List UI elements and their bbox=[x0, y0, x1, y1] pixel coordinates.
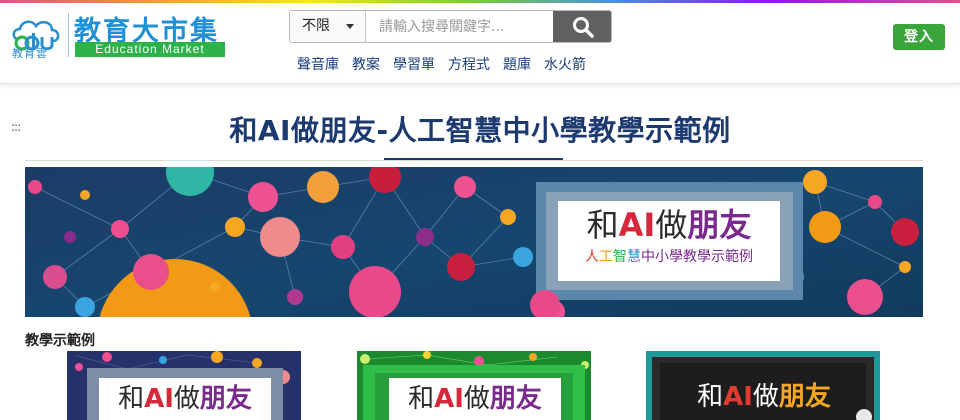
subtitle-rest: 中小學教學示範例 bbox=[641, 249, 753, 265]
subtitle-char-1: 人 bbox=[585, 249, 599, 265]
example-card-1[interactable]: 和AI做朋友 bbox=[67, 351, 301, 420]
chevron-down-icon bbox=[346, 24, 354, 29]
card-2-zuo: 做 bbox=[463, 384, 490, 414]
subtitle-char-4: 慧 bbox=[627, 249, 641, 265]
search-scope-select[interactable]: 不限 bbox=[290, 11, 366, 42]
card-1-he: 和 bbox=[118, 384, 145, 414]
login-button[interactable]: 登入 bbox=[893, 24, 945, 50]
hero-banner: 和AI做朋友 人工智慧中小學教學示範例 bbox=[25, 167, 923, 317]
page-title: 和AI做朋友-人工智慧中小學教學示範例 bbox=[229, 114, 731, 147]
nav-link-sound-library[interactable]: 聲音庫 bbox=[297, 54, 339, 74]
subtitle-char-3: 智 bbox=[613, 249, 627, 265]
logo-divider bbox=[68, 13, 69, 57]
card-3-title: 和AI做朋友 bbox=[676, 379, 852, 415]
example-card-2[interactable]: 和AI做朋友 bbox=[357, 351, 591, 420]
search-bar: 不限 bbox=[289, 10, 612, 43]
nav-link-question-bank[interactable]: 題庫 bbox=[503, 54, 531, 74]
card-2-he: 和 bbox=[408, 384, 435, 414]
card-3-friend: 朋友 bbox=[778, 382, 831, 412]
network-banner-image bbox=[25, 167, 923, 317]
search-button[interactable] bbox=[553, 11, 611, 42]
card-3-ai: AI bbox=[723, 382, 753, 412]
example-card-3[interactable]: 和AI做朋友 bbox=[646, 351, 880, 420]
brand-friend: 朋友 bbox=[687, 206, 752, 244]
site-logo[interactable]: 教育雲 教育大市集 Education Market bbox=[10, 11, 230, 61]
search-input[interactable] bbox=[367, 11, 553, 42]
header-nav: 聲音庫 教案 學習單 方程式 題庫 水火箭 bbox=[297, 54, 586, 74]
site-header: 教育雲 教育大市集 Education Market 不限 聲音庫 教案 學習單… bbox=[0, 3, 960, 84]
card-3-zuo: 做 bbox=[752, 382, 779, 412]
nav-link-lesson-plans[interactable]: 教案 bbox=[352, 54, 380, 74]
brand-zuo: 做 bbox=[655, 206, 688, 244]
card-2-ai: AI bbox=[434, 384, 464, 414]
nav-link-worksheets[interactable]: 學習單 bbox=[393, 54, 435, 74]
card-1-ai: AI bbox=[144, 384, 174, 414]
card-1-zuo: 做 bbox=[173, 384, 200, 414]
nav-link-water-rocket[interactable]: 水火箭 bbox=[544, 54, 586, 74]
nav-link-equations[interactable]: 方程式 bbox=[448, 54, 490, 74]
card-3-he: 和 bbox=[697, 382, 724, 412]
search-icon bbox=[573, 17, 594, 38]
banner-subtitle: 人工智慧中小學教學示範例 bbox=[558, 248, 780, 266]
card-2-friend: 朋友 bbox=[489, 384, 542, 414]
brand-he: 和 bbox=[586, 206, 619, 244]
subtitle-char-2: 工 bbox=[599, 249, 613, 265]
card-2-title: 和AI做朋友 bbox=[389, 381, 561, 417]
search-scope-value: 不限 bbox=[302, 18, 330, 34]
banner-brand-title: 和AI做朋友 bbox=[558, 205, 780, 245]
card-1-title: 和AI做朋友 bbox=[99, 381, 271, 417]
edu-cloud-label: 教育雲 bbox=[12, 47, 48, 60]
title-divider bbox=[25, 160, 923, 161]
site-title-english: Education Market bbox=[75, 42, 225, 57]
section-label: 教學示範例 bbox=[25, 333, 95, 349]
brand-ai: AI bbox=[618, 206, 656, 244]
card-1-friend: 朋友 bbox=[199, 384, 252, 414]
